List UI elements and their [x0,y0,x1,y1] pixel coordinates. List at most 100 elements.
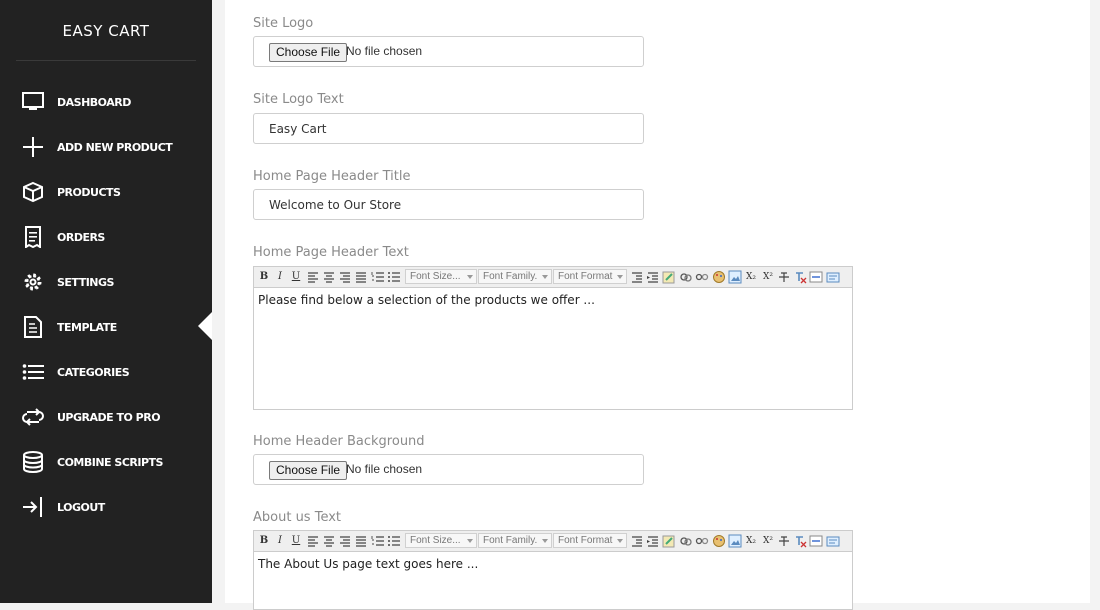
app-title: EASY CART [62,22,150,40]
outdent-icon[interactable] [630,534,644,548]
choose-file-button[interactable]: Choose File [269,43,348,62]
sidebar-item-products[interactable]: PRODUCTS [0,177,212,207]
indent-icon[interactable] [646,534,660,548]
active-indicator [198,312,212,340]
color-palette-icon[interactable] [712,534,726,548]
indent-icon[interactable] [646,270,660,284]
editor-content[interactable]: Please find below a selection of the pro… [258,293,595,307]
underline-button[interactable]: U [289,534,303,548]
edit-icon[interactable] [662,270,676,284]
home-header-text-editor[interactable]: B I U Font Size... Font Family. Font For… [253,266,853,410]
sidebar-item-upgrade-to-pro[interactable]: UPGRADE TO PRO [0,402,212,432]
logout-icon [21,495,45,519]
font-format-select[interactable]: Font Format [553,533,627,548]
home-header-background-label: Home Header Background [253,434,425,449]
box-icon [21,180,45,204]
align-right-icon[interactable] [338,270,352,284]
home-header-title-field[interactable] [253,189,654,220]
link-icon[interactable] [679,270,693,284]
sidebar-item-orders[interactable]: ORDERS [0,222,212,252]
sidebar-item-label: DASHBOARD [57,95,131,109]
sidebar-item-add-new-product[interactable]: ADD NEW PRODUCT [0,132,212,162]
strikethrough-icon[interactable] [777,534,791,548]
font-family-select[interactable]: Font Family. [478,269,552,284]
underline-button[interactable]: U [289,270,303,284]
unordered-list-icon[interactable] [387,270,401,284]
file-status-text: No file chosen [346,462,423,476]
site-logo-text-field[interactable] [253,113,654,144]
sidebar-item-categories[interactable]: CATEGORIES [0,357,212,387]
template-settings-form: Site Logo Choose File No file chosen Sit… [225,0,1090,610]
site-logo-label: Site Logo [253,16,314,31]
bold-button[interactable]: B [257,270,271,284]
source-code-icon[interactable] [826,534,840,548]
choose-file-button[interactable]: Choose File [269,461,348,480]
chevron-down-icon [617,275,623,279]
remove-format-icon[interactable] [793,270,807,284]
subscript-button[interactable]: X₂ [744,534,758,548]
bold-button[interactable]: B [257,534,271,548]
edit-icon[interactable] [662,534,676,548]
site-logo-file-input[interactable]: Choose File No file chosen [253,36,644,67]
about-us-text-editor[interactable]: B I U Font Size... Font Family. Font For… [253,530,853,610]
italic-button[interactable]: I [273,270,287,284]
monitor-icon [21,90,45,114]
font-format-select-label: Font Format [558,535,613,546]
home-header-title-input[interactable] [255,191,654,218]
site-logo-text-input[interactable] [255,115,654,142]
editor-toolbar: B I U Font Size... Font Family. Font For… [254,531,852,552]
remove-format-icon[interactable] [793,534,807,548]
sidebar-item-combine-scripts[interactable]: COMBINE SCRIPTS [0,447,212,477]
receipt-icon [21,225,45,249]
database-icon [21,450,45,474]
plus-icon [21,135,45,159]
font-size-select[interactable]: Font Size... [405,533,477,548]
align-justify-icon[interactable] [354,534,368,548]
unlink-icon[interactable] [695,270,709,284]
font-size-select[interactable]: Font Size... [405,269,477,284]
horizontal-rule-icon[interactable] [809,534,823,548]
sidebar-item-label: CATEGORIES [57,365,130,379]
sidebar-item-dashboard[interactable]: DASHBOARD [0,87,212,117]
gear-icon [21,270,45,294]
chevron-down-icon [542,275,548,279]
home-header-background-file-input[interactable]: Choose File No file chosen [253,454,644,485]
page-gutter [1090,0,1100,603]
editor-content[interactable]: The About Us page text goes here ... [258,557,478,571]
align-right-icon[interactable] [338,534,352,548]
ordered-list-icon[interactable] [371,270,385,284]
subscript-button[interactable]: X₂ [744,270,758,284]
sidebar-item-settings[interactable]: SETTINGS [0,267,212,297]
superscript-button[interactable]: X² [761,270,775,284]
ordered-list-icon[interactable] [371,534,385,548]
strikethrough-icon[interactable] [777,270,791,284]
font-family-select-label: Font Family. [483,535,538,546]
link-icon[interactable] [679,534,693,548]
align-justify-icon[interactable] [354,270,368,284]
font-family-select[interactable]: Font Family. [478,533,552,548]
superscript-button[interactable]: X² [761,534,775,548]
sidebar-item-logout[interactable]: LOGOUT [0,492,212,522]
outdent-icon[interactable] [630,270,644,284]
align-center-icon[interactable] [322,270,336,284]
sidebar-item-label: PRODUCTS [57,185,121,199]
horizontal-rule-icon[interactable] [809,270,823,284]
image-icon[interactable] [728,534,742,548]
sidebar-item-label: ADD NEW PRODUCT [57,140,173,154]
editor-toolbar: B I U Font Size... Font Family. Font For… [254,267,852,288]
align-left-icon[interactable] [306,534,320,548]
sidebar-item-label: TEMPLATE [57,320,117,334]
sidebar-item-template[interactable]: TEMPLATE [0,312,212,342]
site-logo-text-label: Site Logo Text [253,92,344,107]
unordered-list-icon[interactable] [387,534,401,548]
source-code-icon[interactable] [826,270,840,284]
align-center-icon[interactable] [322,534,336,548]
unlink-icon[interactable] [695,534,709,548]
color-palette-icon[interactable] [712,270,726,284]
align-left-icon[interactable] [306,270,320,284]
font-format-select-label: Font Format [558,271,613,282]
sidebar: EASY CART DASHBOARD ADD NEW PRODUCT PROD… [0,0,212,603]
image-icon[interactable] [728,270,742,284]
italic-button[interactable]: I [273,534,287,548]
font-format-select[interactable]: Font Format [553,269,627,284]
